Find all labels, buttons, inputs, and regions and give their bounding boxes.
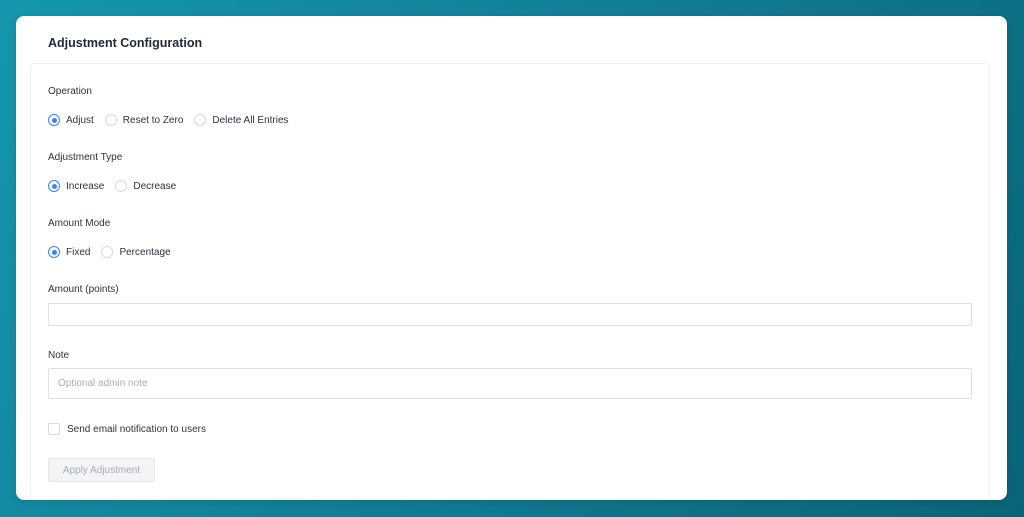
- note-input[interactable]: [48, 368, 972, 399]
- card-title: Adjustment Configuration: [48, 36, 203, 50]
- amount-mode-option-fixed[interactable]: Fixed: [48, 246, 90, 258]
- radio-unchecked-icon[interactable]: [101, 246, 114, 258]
- adjustment-type-option-label: Increase: [66, 180, 105, 192]
- operation-option-label: Reset to Zero: [122, 114, 184, 126]
- operation-radio-group: Adjust Reset to Zero Delete All Entries: [48, 114, 300, 126]
- amount-mode-option-label: Percentage: [119, 246, 171, 258]
- operation-option-reset-to-zero[interactable]: Reset to Zero: [104, 114, 184, 126]
- radio-checked-icon[interactable]: [48, 180, 60, 192]
- amount-mode-option-label: Fixed: [66, 246, 91, 258]
- amount-mode-label: Amount Mode: [48, 218, 111, 229]
- operation-option-delete-all-entries[interactable]: Delete All Entries: [194, 114, 289, 126]
- checkbox-unchecked-icon[interactable]: [48, 423, 60, 435]
- note-label: Note: [48, 350, 70, 361]
- operation-option-label: Adjust: [66, 114, 94, 126]
- adjustment-type-label: Adjustment Type: [48, 152, 123, 163]
- radio-checked-icon[interactable]: [48, 114, 60, 126]
- send-email-notification-label: Send email notification to users: [67, 423, 206, 435]
- send-email-notification-checkbox[interactable]: Send email notification to users: [48, 423, 206, 435]
- adjustment-type-option-decrease[interactable]: Decrease: [115, 180, 176, 192]
- radio-unchecked-icon[interactable]: [104, 114, 117, 126]
- operation-option-adjust[interactable]: Adjust: [48, 114, 94, 126]
- amount-label: Amount (points): [48, 284, 119, 295]
- adjustment-type-option-increase[interactable]: Increase: [48, 180, 104, 192]
- radio-unchecked-icon[interactable]: [194, 114, 207, 126]
- apply-adjustment-button[interactable]: Apply Adjustment: [48, 458, 155, 482]
- adjustment-type-radio-group: Increase Decrease: [48, 180, 187, 192]
- amount-input[interactable]: [48, 303, 972, 326]
- radio-unchecked-icon[interactable]: [115, 180, 128, 192]
- radio-checked-icon[interactable]: [48, 246, 60, 258]
- operation-label: Operation: [48, 86, 92, 97]
- adjustment-type-option-label: Decrease: [133, 180, 177, 192]
- operation-option-label: Delete All Entries: [212, 114, 289, 126]
- amount-mode-radio-group: Fixed Percentage: [48, 246, 182, 258]
- amount-mode-option-percentage[interactable]: Percentage: [101, 246, 171, 258]
